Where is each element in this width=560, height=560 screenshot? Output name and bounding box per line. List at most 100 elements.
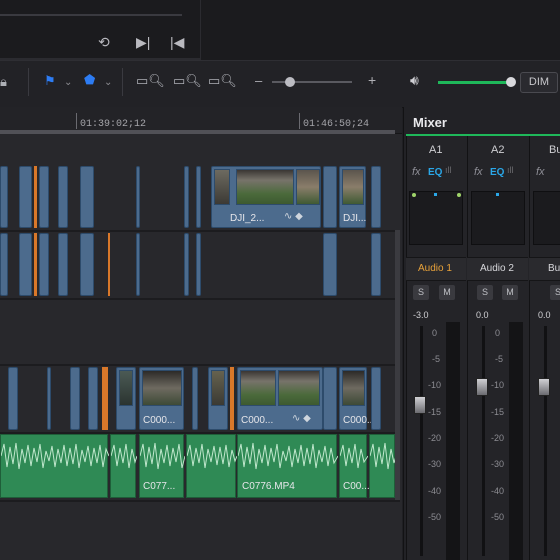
video-clip[interactable] [0, 166, 8, 228]
video-clip-c000[interactable]: C000... ∿ ◆ [237, 367, 323, 430]
volume-slider[interactable] [438, 81, 510, 84]
video-clip[interactable] [47, 367, 51, 430]
audio-clip[interactable] [110, 434, 137, 498]
video-clip[interactable] [208, 367, 228, 430]
video-clip[interactable] [70, 367, 80, 430]
video-clip-dji[interactable]: DJI_2... ∿ ◆ [211, 166, 321, 228]
timeline-scrollbar[interactable] [0, 130, 395, 134]
channel-name[interactable]: Bu [548, 263, 560, 274]
clip-thumbnail [342, 169, 364, 205]
pan-control[interactable] [409, 191, 463, 245]
zoom-out-button[interactable]: – [255, 73, 262, 88]
audio-waveform [111, 443, 137, 469]
timeline-vertical-scrollbar[interactable] [395, 230, 400, 500]
fader-track[interactable] [482, 326, 485, 556]
audio-clip[interactable] [0, 434, 109, 498]
video-clip[interactable] [323, 367, 337, 430]
video-clip[interactable] [323, 233, 337, 296]
video-clip[interactable] [80, 233, 94, 296]
db-mark: -5 [432, 354, 441, 364]
video-clip[interactable] [371, 367, 381, 430]
channel-name[interactable]: Audio 1 [418, 263, 452, 274]
solo-button[interactable]: S [413, 285, 429, 300]
previous-clip-icon[interactable]: |◀ [170, 35, 184, 49]
video-clip[interactable] [136, 233, 140, 296]
fx-label[interactable]: fx [474, 166, 483, 178]
video-clip[interactable] [184, 166, 189, 228]
video-clip[interactable] [0, 233, 8, 296]
video-clip[interactable] [184, 233, 189, 296]
video-clip[interactable] [58, 166, 68, 228]
fader-knob[interactable] [414, 396, 426, 414]
channel-id: A2 [491, 144, 505, 156]
fx-label[interactable]: fx [536, 166, 545, 178]
video-clip[interactable] [80, 166, 94, 228]
eq-label[interactable]: EQ [428, 167, 442, 178]
video-clip[interactable] [19, 166, 32, 228]
audio-clip[interactable]: C077... [139, 434, 185, 498]
ruler-tick [299, 113, 300, 129]
video-clip[interactable] [323, 166, 337, 228]
audio-clip[interactable]: C0776.MP4 [237, 434, 338, 498]
clip-name: C000... [241, 415, 274, 426]
video-clip[interactable] [19, 233, 32, 296]
fader-track[interactable] [420, 326, 423, 556]
ruler-timecode: 01:46:50;24 [303, 119, 370, 130]
orange-marker [34, 166, 37, 228]
video-clip-c000[interactable]: C000... [139, 367, 184, 430]
chevron-down-icon[interactable]: ⌄ [104, 77, 112, 88]
loop-icon[interactable]: ⟲ [98, 35, 110, 49]
zoom-in-button[interactable]: + [368, 72, 376, 88]
fader-knob[interactable] [476, 378, 488, 396]
db-mark: -15 [428, 407, 442, 417]
video-clip[interactable] [371, 233, 381, 296]
zoom-detail-icon[interactable]: ▭🔍︎ [173, 73, 202, 89]
video-clip[interactable] [196, 233, 201, 296]
video-clip[interactable] [88, 367, 98, 430]
video-clip[interactable] [192, 367, 198, 430]
video-clip-c000[interactable]: C000... [339, 367, 375, 430]
volume-slider-handle[interactable] [506, 77, 516, 87]
video-clip[interactable] [39, 166, 49, 228]
clip-thumbnail [119, 370, 133, 406]
speaker-icon[interactable]: 🔊︎ [410, 72, 419, 89]
chevron-down-icon[interactable]: ⌄ [64, 77, 72, 88]
mixer-title: Mixer [413, 115, 447, 130]
mute-button[interactable]: M [439, 285, 455, 300]
flag-icon[interactable]: ⚑ [44, 73, 56, 89]
dynamics-icon[interactable]: ıll [507, 165, 514, 175]
dim-button[interactable]: DIM [520, 72, 558, 93]
mute-button[interactable]: M [502, 285, 518, 300]
audio-clip[interactable]: C00... [339, 434, 370, 498]
channel-name[interactable]: Audio 2 [480, 263, 514, 274]
zoom-slider[interactable] [272, 81, 352, 83]
video-clip[interactable] [136, 166, 140, 228]
track-separator [0, 298, 400, 300]
eq-label[interactable]: EQ [490, 167, 504, 178]
fader-track[interactable] [544, 326, 547, 556]
video-clip[interactable] [196, 166, 201, 228]
video-clip[interactable] [8, 367, 18, 430]
zoom-slider-handle[interactable] [285, 77, 295, 87]
pan-control[interactable] [533, 191, 560, 245]
zoom-custom-icon[interactable]: ▭🔍︎ [208, 73, 237, 89]
level-meter [446, 322, 460, 560]
audio-clip[interactable] [186, 434, 237, 498]
solo-button[interactable]: S [477, 285, 493, 300]
video-clip[interactable] [116, 367, 136, 430]
next-frame-icon[interactable]: ▶| [136, 35, 150, 49]
zoom-full-icon[interactable]: ▭🔍︎ [136, 73, 165, 89]
lock-icon[interactable]: 🔒︎ [0, 74, 7, 90]
fx-label[interactable]: fx [412, 166, 421, 178]
dynamics-icon[interactable]: ıll [445, 165, 452, 175]
pan-control[interactable] [471, 191, 525, 245]
fader-knob[interactable] [538, 378, 550, 396]
viewer-scrubber[interactable] [0, 14, 182, 16]
audio-clip[interactable] [369, 434, 396, 498]
video-clip[interactable] [58, 233, 68, 296]
video-clip[interactable] [39, 233, 49, 296]
solo-button[interactable]: S [550, 285, 560, 300]
marker-icon[interactable]: ⬟ [84, 72, 95, 88]
video-clip[interactable] [371, 166, 381, 228]
video-clip-dji[interactable]: DJI... [339, 166, 366, 228]
